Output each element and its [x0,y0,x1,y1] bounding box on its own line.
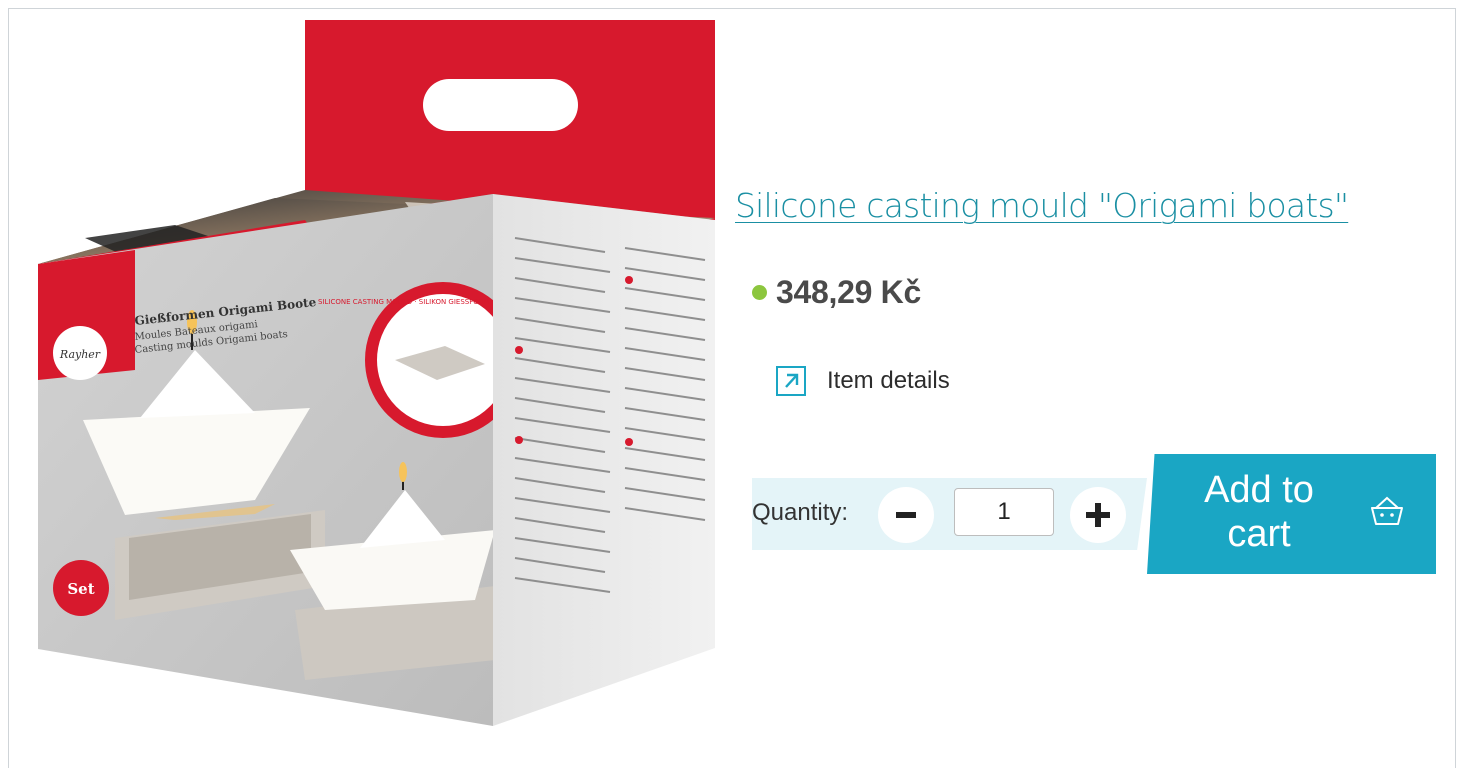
set-badge: Set [67,580,94,598]
quantity-input[interactable] [954,488,1054,536]
quantity-label: Quantity: [752,499,849,526]
item-details-label: Item details [827,367,950,394]
price-row: 348,29 Kč [752,274,921,311]
stock-status-dot [752,285,767,300]
add-to-cart-button[interactable]: Add to cart [1147,454,1436,574]
quantity-increase-button[interactable] [1070,487,1126,543]
plus-icon [1086,503,1110,527]
product-title-link[interactable]: Silicone casting mould "Origami boats" [735,186,1349,225]
external-link-icon [776,366,806,396]
minus-icon [896,512,916,518]
basket-icon [1371,496,1403,525]
quantity-decrease-button[interactable] [878,487,934,543]
product-price: 348,29 Kč [776,274,921,310]
product-image[interactable]: Rayher Gießformen Origami Boote Moules B… [25,20,725,726]
item-details-link[interactable]: Item details [776,366,950,396]
brand-logo: Rayher [59,348,101,361]
add-to-cart-label: Add to cart [1204,469,1314,555]
